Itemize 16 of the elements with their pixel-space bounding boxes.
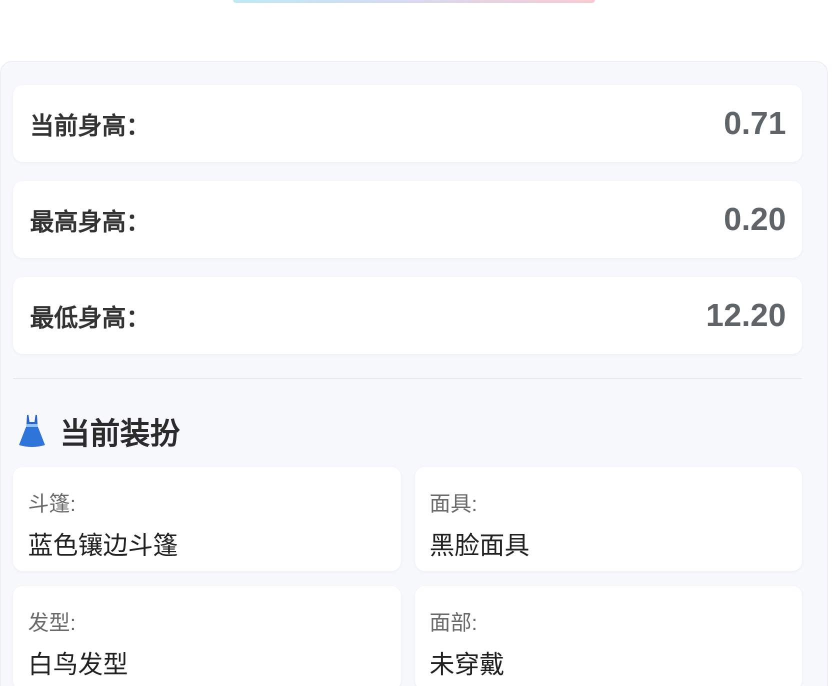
- item-value: 蓝色镶边斗篷: [28, 531, 178, 561]
- item-label: 面具:: [430, 492, 478, 517]
- stat-label: 当前身高：: [30, 112, 150, 141]
- item-label: 斗篷:: [28, 492, 76, 517]
- item-value: 黑脸面具: [430, 531, 530, 561]
- stat-value: 0.71: [724, 105, 786, 142]
- stat-value: 12.20: [706, 297, 786, 334]
- item-label: 发型:: [28, 611, 76, 636]
- item-label: 面部:: [430, 611, 478, 636]
- stat-label: 最高身高：: [30, 208, 150, 237]
- item-value: 未穿戴: [430, 650, 504, 680]
- stat-label: 最低身高：: [30, 304, 150, 333]
- section-title: 当前装扮: [60, 416, 180, 453]
- dress-icon: [18, 414, 46, 448]
- item-value: 白鸟发型: [28, 650, 128, 680]
- stat-value: 0.20: [724, 201, 786, 238]
